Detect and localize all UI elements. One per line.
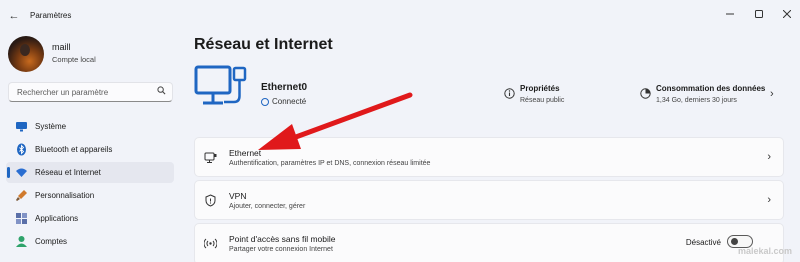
active-indicator: [7, 167, 10, 178]
sidebar-item-label: Bluetooth et appareils: [35, 145, 113, 154]
back-button[interactable]: ←: [6, 8, 22, 24]
sidebar-item-label: Réseau et Internet: [35, 168, 101, 177]
close-button[interactable]: [779, 6, 795, 22]
ethernet-card[interactable]: Ethernet Authentification, paramètres IP…: [194, 137, 784, 177]
search-input[interactable]: Rechercher un paramètre: [8, 82, 173, 102]
toggle-state-label: Désactivé: [685, 238, 721, 247]
sidebar-item-label: Applications: [35, 214, 79, 223]
card-subtitle: Authentification, paramètres IP et DNS, …: [229, 160, 431, 167]
person-icon: [15, 235, 28, 248]
sidebar-item-label: Système: [35, 122, 67, 131]
bluetooth-icon: [15, 143, 28, 156]
vpn-card[interactable]: VPN Ajouter, connecter, gérer ›: [194, 180, 784, 220]
chevron-right-icon: ›: [767, 194, 771, 206]
card-title: Ethernet: [229, 148, 262, 158]
card-title: Point d'accès sans fil mobile: [229, 234, 336, 244]
sidebar-item-comptes[interactable]: Comptes: [6, 231, 174, 252]
toggle-knob: [731, 238, 738, 245]
network-status-text: Connecté: [272, 97, 307, 106]
sidebar-item-label: Personnalisation: [35, 191, 95, 200]
ethernet-icon: [204, 151, 217, 164]
page-title: Réseau et Internet: [194, 36, 333, 53]
chevron-right-icon: ›: [767, 151, 771, 163]
pie-chart-icon: [640, 88, 651, 99]
minimize-button[interactable]: [722, 6, 738, 22]
title-bar: ← Paramètres: [0, 0, 800, 32]
computer-network-icon: [194, 62, 254, 124]
maximize-icon: [755, 10, 763, 18]
mobile-hotspot-card[interactable]: Point d'accès sans fil mobile Partager v…: [194, 223, 784, 262]
sidebar-item-applications[interactable]: Applications: [6, 208, 174, 229]
data-usage-link[interactable]: Consommation des données 1,34 Go, dernie…: [640, 84, 780, 112]
properties-subtitle: Réseau public: [520, 97, 565, 104]
arrow-left-icon: ←: [8, 10, 20, 22]
data-usage-title: Consommation des données: [656, 84, 766, 93]
properties-title: Propriétés: [520, 84, 560, 93]
close-icon: [783, 10, 791, 18]
user-name: maill: [52, 42, 71, 52]
info-icon: [504, 88, 515, 99]
globe-icon: [261, 97, 269, 106]
apps-icon: [15, 212, 28, 225]
card-subtitle: Ajouter, connecter, gérer: [229, 203, 306, 210]
properties-link[interactable]: Propriétés Réseau public: [504, 84, 624, 112]
monitor-icon: [15, 120, 28, 133]
network-status: Connecté: [261, 97, 306, 106]
sidebar-item-label: Comptes: [35, 237, 68, 246]
search-placeholder: Rechercher un paramètre: [17, 88, 109, 97]
sidebar-item-bluetooth[interactable]: Bluetooth et appareils: [6, 139, 174, 160]
network-name: Ethernet0: [261, 82, 308, 93]
maximize-button[interactable]: [751, 6, 767, 22]
search-icon: [157, 86, 166, 97]
watermark: malekal.com: [737, 246, 792, 256]
user-account-type: Compte local: [52, 55, 96, 64]
shield-icon: [204, 194, 217, 207]
brush-icon: [15, 189, 28, 202]
sidebar-item-personnalisation[interactable]: Personnalisation: [6, 185, 174, 206]
minimize-icon: [726, 13, 734, 15]
app-title: Paramètres: [30, 11, 72, 20]
sidebar: maill Compte local Rechercher un paramèt…: [0, 32, 180, 262]
wifi-icon: [15, 166, 28, 179]
hotspot-icon: [203, 237, 218, 250]
network-hero: Ethernet0 Connecté Propriétés Réseau pub…: [194, 62, 784, 128]
data-usage-subtitle: 1,34 Go, derniers 30 jours: [656, 97, 737, 104]
card-subtitle: Partager votre connexion Internet: [229, 246, 333, 253]
card-title: VPN: [229, 191, 247, 201]
sidebar-item-systeme[interactable]: Système: [6, 116, 174, 137]
chevron-right-icon: ›: [770, 88, 774, 100]
avatar[interactable]: [8, 36, 44, 72]
sidebar-item-reseau[interactable]: Réseau et Internet: [6, 162, 174, 183]
